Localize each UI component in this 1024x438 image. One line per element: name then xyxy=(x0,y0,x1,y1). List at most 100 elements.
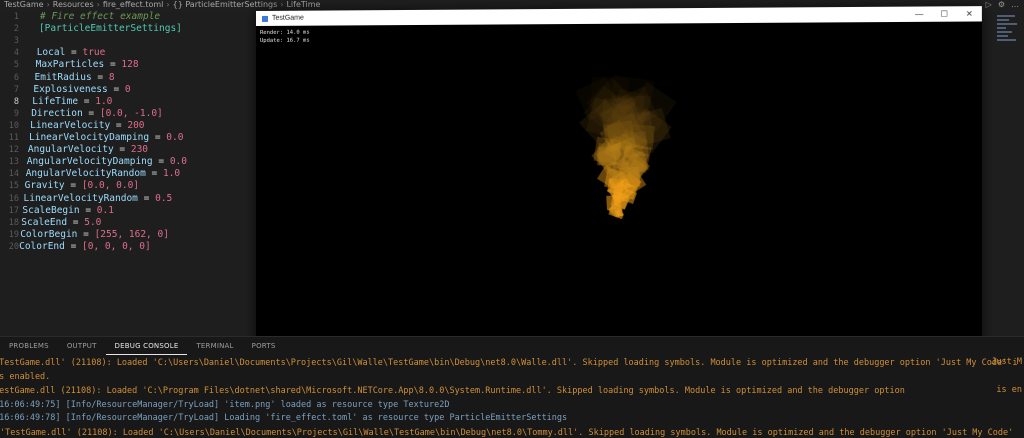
code-text: ScaleEnd = 5.0 xyxy=(21,217,101,229)
key-token: ScaleEnd xyxy=(21,216,68,228)
code-text: LinearVelocity = 200 xyxy=(30,120,144,132)
equals-token: = xyxy=(110,119,128,131)
comment-token: # Fire effect example xyxy=(40,11,161,22)
maximize-button[interactable]: ☐ xyxy=(932,9,957,18)
line-number: 17 xyxy=(8,205,19,216)
key-token: AngularVelocityRandom xyxy=(25,168,146,180)
tab-terminal[interactable]: TERMINAL xyxy=(187,337,242,355)
chevron-right-icon: › xyxy=(46,0,50,9)
line-number: 9 xyxy=(13,108,19,119)
code-text: ColorEnd = [0, 0, 0, 0] xyxy=(19,241,151,253)
equals-token: = xyxy=(67,216,85,228)
chevron-right-icon: › xyxy=(166,0,170,9)
value-token: 0.1 xyxy=(96,204,114,216)
key-token: ColorBegin xyxy=(20,228,78,240)
key-token: LinearVelocityRandom xyxy=(23,192,138,204)
code-text: Local = true xyxy=(37,47,106,59)
code-text: Explosiveness = 0 xyxy=(33,84,130,96)
line-number: 7 xyxy=(13,84,19,95)
key-token: Local xyxy=(36,47,66,59)
value-token: 0.0 xyxy=(169,156,187,168)
value-token: 0 xyxy=(124,83,131,95)
minimize-button[interactable]: — xyxy=(907,10,932,19)
value-token: 0.0 xyxy=(166,132,184,143)
key-token: Direction xyxy=(31,107,83,119)
value-token: 200 xyxy=(127,119,145,131)
line-number: 1 xyxy=(13,12,19,22)
code-text: LinearVelocityRandom = 0.5 xyxy=(24,193,173,205)
line-number: 3 xyxy=(13,36,19,47)
close-button[interactable]: ✕ xyxy=(957,9,982,18)
key-token: AngularVelocityDamping xyxy=(26,156,153,168)
equals-token: = xyxy=(152,156,170,168)
tab-debug-console[interactable]: DEBUG CONSOLE xyxy=(105,337,188,355)
log-line-overflow: is en xyxy=(996,385,1022,395)
key-token: EmitRadius xyxy=(34,71,92,83)
log-line: 'TestGame.dll' (21108): Loaded 'C:\Users… xyxy=(0,358,1018,368)
breadcrumb-item[interactable]: {} ParticleEmitterSettings xyxy=(173,0,278,9)
code-text: LinearVelocityDamping = 0.0 xyxy=(29,132,183,144)
code-text: Gravity = [0.0, 0.0] xyxy=(25,180,139,192)
bottom-panel: PROBLEMS OUTPUT DEBUG CONSOLE TERMINAL PORTS… xyxy=(0,336,1024,438)
log-line: 'TestGame.dll' (21108): Loaded 'C:\Users… xyxy=(0,428,1014,438)
value-token: 128 xyxy=(121,59,139,71)
breadcrumb-item[interactable]: TestGame xyxy=(4,0,44,9)
value-token: [0.0, 0.0] xyxy=(81,180,140,192)
key-token: LifeTime xyxy=(32,95,79,107)
key-token: Gravity xyxy=(24,180,65,192)
equals-token: = xyxy=(64,180,82,192)
chevron-right-icon: › xyxy=(96,0,100,9)
tab-ports[interactable]: PORTS xyxy=(243,337,285,355)
equals-token: = xyxy=(65,47,83,59)
value-token: [255, 162, 0] xyxy=(94,228,169,240)
code-text: AngularVelocityDamping = 0.0 xyxy=(27,156,187,168)
run-icon[interactable]: ▷ xyxy=(983,0,995,9)
minimap[interactable] xyxy=(997,15,1019,45)
key-token: ScaleBegin xyxy=(22,204,80,216)
equals-token: = xyxy=(64,240,83,252)
code-text: MaxParticles = 128 xyxy=(36,59,139,71)
line-number: 5 xyxy=(13,60,19,71)
code-text: EmitRadius = 8 xyxy=(35,72,115,84)
section-token: [ParticleEmitterSettings] xyxy=(38,23,182,35)
key-token: ColorEnd xyxy=(19,240,65,252)
equals-token: = xyxy=(149,132,167,143)
value-token: 1.0 xyxy=(162,168,181,180)
key-token: LinearVelocity xyxy=(30,119,111,131)
value-token: 1.0 xyxy=(95,95,113,107)
line-number: 13 xyxy=(8,157,19,168)
equals-token: = xyxy=(82,107,100,119)
equals-token: = xyxy=(104,59,122,71)
value-token: 5.0 xyxy=(84,216,102,228)
line-number: 16 xyxy=(8,193,19,204)
breadcrumb-item[interactable]: Resources xyxy=(53,0,94,9)
breadcrumb-item[interactable]: fire_effect.toml xyxy=(103,0,164,9)
code-text: ScaleBegin = 0.1 xyxy=(22,205,114,217)
settings-icon[interactable]: ⚙ xyxy=(995,0,1008,9)
line-number: 10 xyxy=(8,120,19,131)
value-token: [0, 0, 0, 0] xyxy=(82,240,151,252)
fire-particle xyxy=(590,76,630,115)
line-number: 19 xyxy=(8,229,19,240)
log-line: TestGame.dll (21108): Loaded 'C:\Program… xyxy=(0,386,905,396)
line-number: 11 xyxy=(8,133,19,143)
equals-token: = xyxy=(145,168,163,180)
more-icon[interactable]: … xyxy=(1008,0,1022,9)
line-number: 4 xyxy=(13,48,19,59)
tab-problems[interactable]: PROBLEMS xyxy=(0,337,58,355)
equals-token: = xyxy=(107,83,125,95)
breadcrumb-item[interactable]: LifeTime xyxy=(286,0,320,9)
equals-token: = xyxy=(77,228,95,240)
tab-output[interactable]: OUTPUT xyxy=(58,337,106,355)
line-number: 2 xyxy=(13,24,19,35)
code-text: [ParticleEmitterSettings] xyxy=(39,23,182,35)
line-number: 20 xyxy=(8,241,19,252)
line-number: 8 xyxy=(13,96,19,107)
equals-token: = xyxy=(78,95,96,107)
code-text: LifeTime = 1.0 xyxy=(32,96,112,108)
line-number: 6 xyxy=(13,72,19,83)
code-text: Direction = [0.0, -1.0] xyxy=(31,108,163,120)
equals-token: = xyxy=(137,192,156,204)
code-text: AngularVelocityRandom = 1.0 xyxy=(26,168,180,180)
key-token: Explosiveness xyxy=(33,83,108,95)
